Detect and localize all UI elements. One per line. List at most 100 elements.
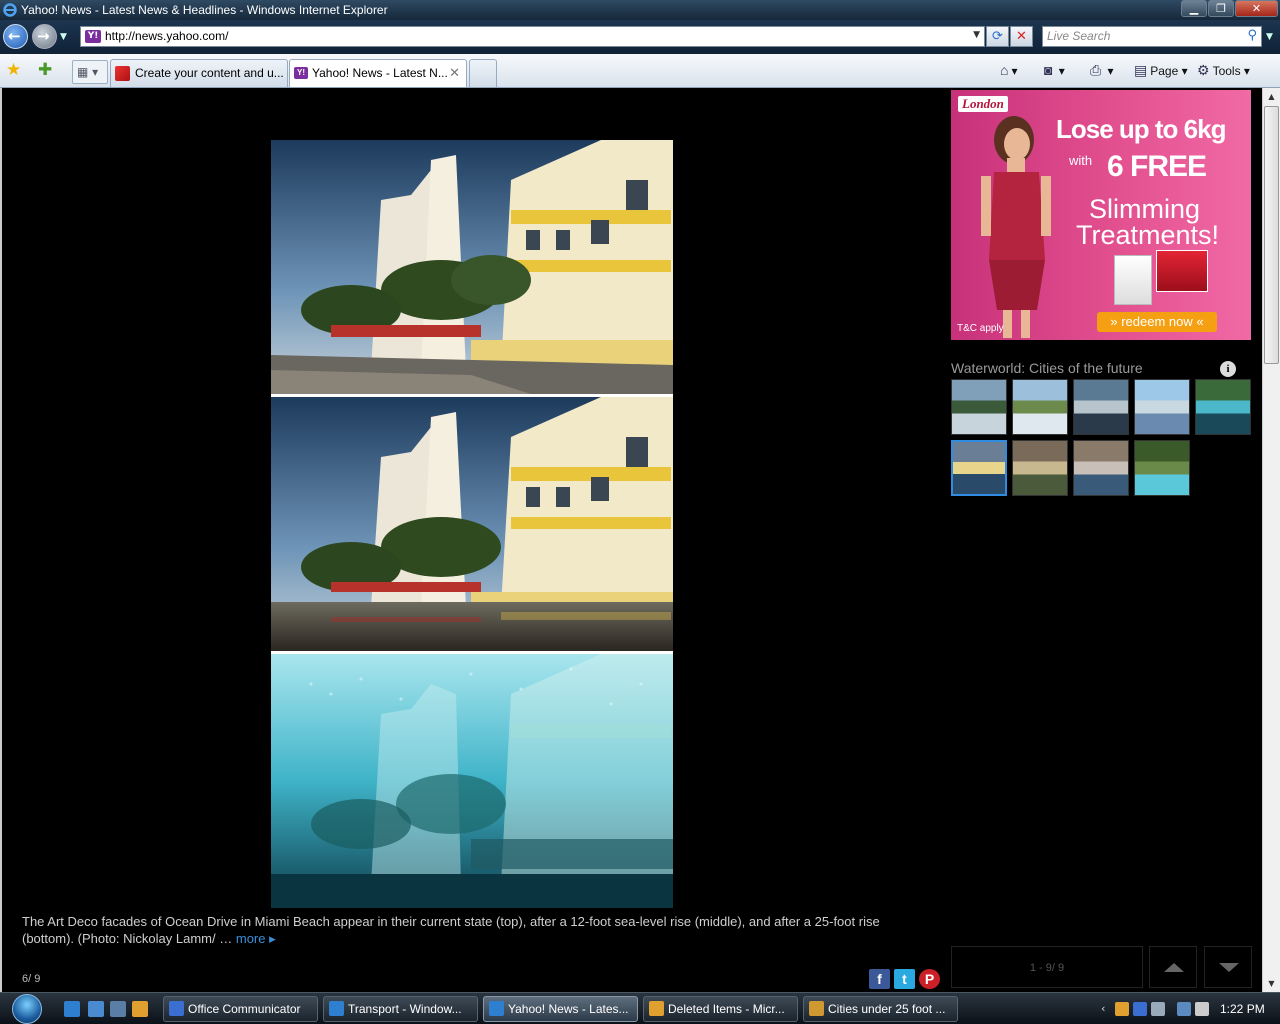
page-menu-label: Page [1150,64,1179,78]
back-arrow-icon: ← [8,27,21,45]
forward-arrow-icon: → [37,27,50,45]
outlook-tray-icon[interactable] [1115,1002,1129,1016]
ie-icon [329,1001,344,1016]
ad-treatments: Treatments! [1076,220,1220,250]
communicator-tray-icon[interactable] [1133,1002,1147,1016]
gear-icon: ⚙ [1197,62,1210,78]
taskbar-item-deleted-items[interactable]: Deleted Items - Micr... [643,996,798,1022]
gallery-thumbnail[interactable] [1134,379,1190,435]
ie-icon [489,1001,504,1016]
adobe-tab-icon [115,66,130,81]
search-icon[interactable]: ⚲ [1247,28,1257,43]
start-button[interactable] [4,993,50,1024]
clock[interactable]: 1:22 PM [1220,1002,1265,1016]
photo-panel-12ft [271,397,673,651]
gallery-thumbnail[interactable] [1073,379,1129,435]
stop-button[interactable]: ✕ [1010,26,1033,47]
ad-terms: T&C apply [957,323,1004,334]
photo-panel-25ft [271,654,673,908]
ad-redeem-button[interactable]: » redeem now « [1097,312,1217,332]
printer-icon: ⎙ [1090,62,1102,78]
switch-windows-icon[interactable] [110,1001,126,1017]
communicator-icon [169,1001,184,1016]
home-button[interactable]: ⌂ ▾ [1000,62,1018,78]
minimize-button[interactable]: ▁ [1181,0,1207,17]
scroll-down-icon[interactable]: ▼ [1263,975,1280,992]
tab-label: Create your content and u... [135,66,284,80]
page-menu[interactable]: ▤ Page ▾ [1134,62,1188,79]
new-tab-button[interactable] [469,59,497,87]
tray-expand-icon[interactable]: ‹ [1101,1002,1115,1016]
gallery-thumbnail[interactable] [1134,440,1190,496]
taskbar-item-communicator[interactable]: Office Communicator [163,996,318,1022]
previous-button[interactable] [1149,946,1197,988]
desktop-quicklaunch-icon[interactable] [88,1001,104,1017]
forward-button[interactable]: → [32,24,57,49]
info-icon[interactable]: i [1220,361,1236,377]
windows-taskbar: Office Communicator Transport - Window..… [0,992,1280,1024]
print-button[interactable]: ⎙ ▾ [1090,62,1114,79]
quick-tabs-button[interactable]: ▦ ▾ [72,60,108,84]
next-button[interactable] [1204,946,1252,988]
slideshow-photo[interactable] [271,140,673,908]
refresh-button[interactable]: ⟳ [986,26,1009,47]
tab-yahoo-news[interactable]: Y! Yahoo! News - Latest N... ✕ [289,59,467,87]
gallery-thumbnail[interactable] [951,440,1007,496]
facebook-share-icon[interactable]: f [869,969,890,989]
tab-create-content[interactable]: Create your content and u... [110,59,288,87]
recent-pages-dropdown-icon[interactable]: ▼ [60,32,67,42]
ad-product-box-image [1156,250,1208,292]
down-arrow-icon [1219,963,1239,972]
ad-headline: Lose up to 6kg [1056,114,1226,144]
search-options-dropdown-icon[interactable]: ▼ [1266,32,1273,42]
ad-brand-logo: London [958,96,1008,112]
scroll-up-icon[interactable]: ▲ [1263,88,1280,105]
caption-text: The Art Deco facades of Ocean Drive in M… [22,914,880,946]
windows-logo-icon [12,994,42,1024]
address-bar[interactable]: Y! ▼ [80,26,985,47]
sync-tray-icon[interactable] [1151,1002,1165,1016]
vertical-scrollbar[interactable]: ▲ ▼ [1262,88,1280,992]
search-input[interactable] [1047,29,1237,43]
page-icon: ▤ [1134,62,1148,78]
twitter-share-icon[interactable]: t [894,969,915,989]
gallery-thumbnail[interactable] [1012,440,1068,496]
tab-command-bar: ★ ✚ ▦ ▾ Create your content and u... Y! … [0,54,1280,88]
tab-close-icon[interactable]: ✕ [449,60,460,86]
feeds-button[interactable]: ◙ ▾ [1044,62,1065,78]
taskbar-item-transport[interactable]: Transport - Window... [323,996,478,1022]
ad-product-image [1114,255,1152,305]
tools-menu[interactable]: ⚙ Tools ▾ [1197,62,1250,79]
yahoo-favicon-icon: Y! [85,30,101,43]
close-button[interactable]: ✕ [1235,0,1278,17]
advertisement-banner[interactable]: London Lose up to 6kg with 6 FREE Slimmi… [951,90,1251,340]
volume-icon[interactable] [1195,1002,1209,1016]
address-input[interactable] [105,29,965,43]
rss-icon: ◙ [1044,62,1053,78]
add-favorites-icon[interactable]: ✚ [38,60,52,80]
gallery-thumbnail[interactable] [1195,379,1251,435]
taskbar-item-cities[interactable]: Cities under 25 foot ... [803,996,958,1022]
search-box[interactable]: ⚲ [1042,26,1262,47]
gallery-pager: 1 - 9/ 9 [951,946,1143,988]
scroll-thumb[interactable] [1264,106,1279,364]
photo-panel-current [271,140,673,394]
pinterest-share-icon[interactable]: P [919,969,940,989]
favorites-star-icon[interactable]: ★ [6,60,21,80]
address-dropdown-icon[interactable]: ▼ [973,30,980,40]
gallery-thumbnail[interactable] [951,379,1007,435]
window-title: Yahoo! News - Latest News & Headlines - … [21,3,388,17]
outlook-quicklaunch-icon[interactable] [132,1001,148,1017]
yahoo-tab-icon: Y! [294,67,308,79]
back-button[interactable]: ← [3,24,28,49]
maximize-button[interactable]: ❐ [1208,0,1234,17]
gallery-thumbnail[interactable] [1073,440,1129,496]
taskbar-item-yahoo-news[interactable]: Yahoo! News - Lates... [483,996,638,1022]
more-link[interactable]: more ▸ [236,931,276,946]
gallery-thumbnail[interactable] [1012,379,1068,435]
up-arrow-icon [1164,963,1184,972]
ie-quicklaunch-icon[interactable] [64,1001,80,1017]
network-icon[interactable] [1177,1002,1191,1016]
ad-with-text: with [1069,153,1093,168]
tab-label: Yahoo! News - Latest N... [312,66,448,80]
